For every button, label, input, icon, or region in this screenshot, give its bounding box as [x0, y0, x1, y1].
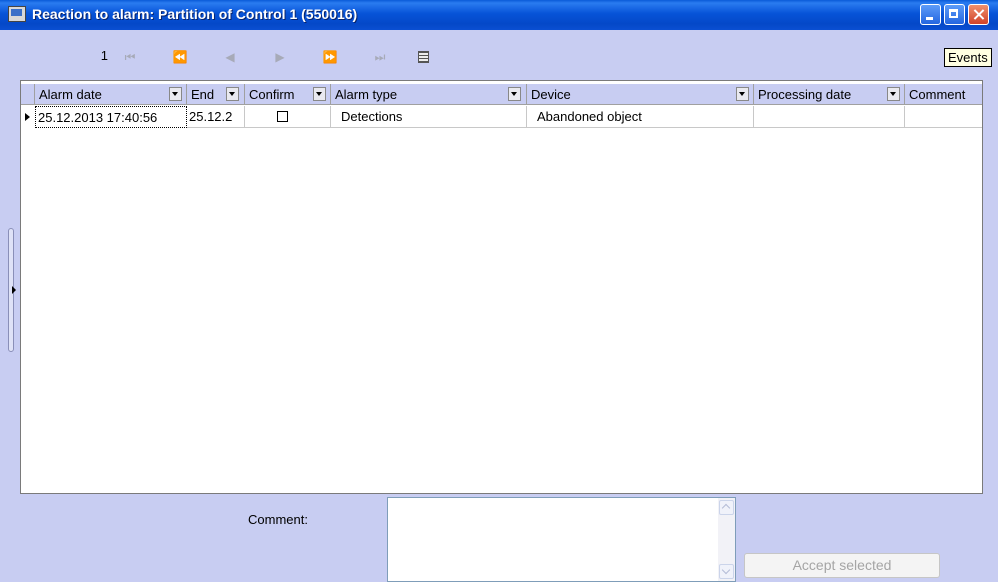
column-filter-dropdown-icon[interactable] [508, 87, 521, 101]
cell-confirm[interactable] [245, 106, 331, 128]
window-app-icon[interactable] [8, 6, 26, 22]
next-record-icon[interactable]: ▶ [265, 45, 295, 69]
current-record-number: 1 [100, 48, 108, 63]
next-page-icon[interactable]: ⏩ [315, 45, 345, 69]
confirm-checkbox[interactable] [277, 111, 288, 122]
cell-end[interactable]: 25.12.2 [187, 106, 245, 128]
first-record-icon[interactable]: ⏮ [115, 45, 145, 69]
close-button[interactable] [968, 4, 989, 25]
last-record-icon[interactable]: ⏭ [365, 45, 395, 69]
cell-alarm-type[interactable]: Detections [331, 106, 527, 128]
record-navigator: 1 ⏮ ⏪ ◀ ▶ ⏩ ⏭ [0, 30, 998, 78]
column-filter-dropdown-icon[interactable] [313, 87, 326, 101]
window-title: Reaction to alarm: Partition of Control … [32, 6, 358, 22]
alarm-reaction-window: Reaction to alarm: Partition of Control … [0, 0, 998, 582]
comment-scrollbar[interactable] [718, 498, 735, 581]
cell-device[interactable]: Abandoned object [527, 106, 754, 128]
column-header-comment[interactable]: Comment [905, 84, 982, 105]
previous-record-icon[interactable]: ◀ [215, 45, 245, 69]
comment-label: Comment: [248, 512, 308, 527]
column-header-alarm-type[interactable]: Alarm type [331, 84, 527, 105]
accept-selected-button[interactable]: Accept selected [744, 553, 940, 578]
minimize-button[interactable] [920, 4, 941, 25]
table-row[interactable]: 25.12.2013 17:40:56 25.12.2 Detections A… [21, 106, 982, 128]
column-header-processing-date[interactable]: Processing date [754, 84, 905, 105]
cell-alarm-date[interactable]: 25.12.2013 17:40:56 [35, 106, 187, 128]
grid-header: Alarm date End Confirm Alarm type Device… [21, 84, 982, 105]
column-filter-dropdown-icon[interactable] [169, 87, 182, 101]
maximize-button[interactable] [944, 4, 965, 25]
column-header-device[interactable]: Device [527, 84, 754, 105]
alarms-grid[interactable]: Alarm date End Confirm Alarm type Device… [20, 80, 983, 494]
expand-arrow-icon[interactable] [12, 286, 16, 294]
comment-textarea[interactable] [387, 497, 736, 582]
column-filter-dropdown-icon[interactable] [736, 87, 749, 101]
scroll-up-icon[interactable] [719, 500, 734, 515]
cell-processing-date[interactable] [754, 106, 905, 128]
column-header-alarm-date[interactable]: Alarm date [35, 84, 187, 105]
column-header-end[interactable]: End [187, 84, 245, 105]
current-row-indicator-icon [21, 106, 35, 128]
column-filter-dropdown-icon[interactable] [226, 87, 239, 101]
title-bar: Reaction to alarm: Partition of Control … [0, 0, 998, 30]
indicator-column-header [21, 84, 35, 105]
cell-comment[interactable] [905, 106, 982, 128]
previous-page-icon[interactable]: ⏪ [165, 45, 195, 69]
scroll-down-icon[interactable] [719, 564, 734, 579]
column-filter-dropdown-icon[interactable] [887, 87, 900, 101]
grid-view-icon[interactable] [418, 51, 429, 63]
column-header-confirm[interactable]: Confirm [245, 84, 331, 105]
